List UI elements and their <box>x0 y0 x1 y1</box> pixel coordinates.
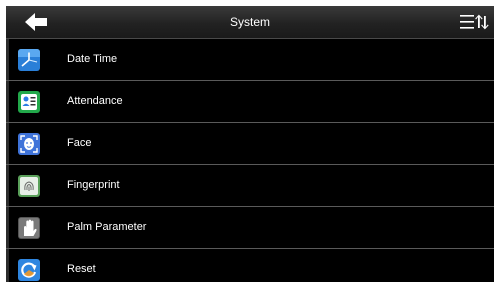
page-title: System <box>229 15 270 29</box>
system-screen: System Date Time Attendance Face Fingerp… <box>6 6 494 282</box>
menu-item-label: Date Time <box>67 53 118 65</box>
menu-item-label: Face <box>67 137 92 149</box>
clock-icon <box>18 49 40 71</box>
system-menu-list: Date Time Attendance Face Fingerprint Pa… <box>6 39 494 282</box>
reset-icon <box>18 259 40 281</box>
sort-menu-icon <box>460 14 489 30</box>
attendance-icon <box>18 91 40 113</box>
sort-menu-button[interactable] <box>454 8 494 36</box>
back-button[interactable] <box>14 9 58 35</box>
face-icon <box>18 133 40 155</box>
menu-item-reset[interactable]: Reset <box>6 249 494 282</box>
menu-item-label: Attendance <box>67 95 123 107</box>
title-bar: System <box>6 6 494 39</box>
menu-item-attendance[interactable]: Attendance <box>6 81 494 123</box>
menu-item-palm-parameter[interactable]: Palm Parameter <box>6 207 494 249</box>
fingerprint-icon <box>18 175 40 197</box>
menu-item-label: Palm Parameter <box>67 221 147 233</box>
menu-item-date-time[interactable]: Date Time <box>6 39 494 81</box>
menu-item-label: Fingerprint <box>67 179 120 191</box>
menu-item-label: Reset <box>67 263 96 275</box>
palm-icon <box>18 217 40 239</box>
back-arrow-icon <box>25 13 47 31</box>
menu-item-face[interactable]: Face <box>6 123 494 165</box>
menu-item-fingerprint[interactable]: Fingerprint <box>6 165 494 207</box>
